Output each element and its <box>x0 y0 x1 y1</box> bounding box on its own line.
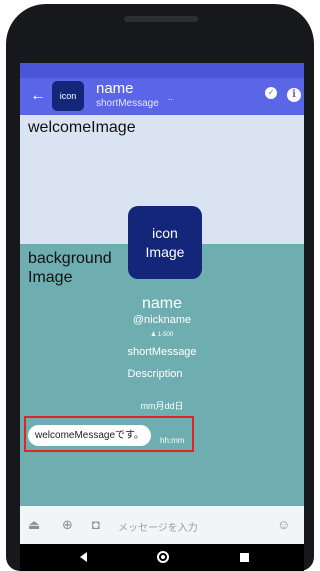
profile-icon-line2: Image <box>145 243 185 260</box>
camera-icon[interactable]: ◘ <box>92 518 100 532</box>
nav-back-icon[interactable] <box>80 552 87 562</box>
header-name: name <box>96 80 134 97</box>
profile-icon-image[interactable]: icon Image <box>128 206 202 279</box>
chat-header: ← icon name shortMessage .. ✓ i <box>20 78 304 115</box>
check-icon[interactable]: ✓ <box>265 87 277 99</box>
profile-description: Description <box>127 368 183 380</box>
background-image-label: background Image <box>28 249 112 287</box>
emoji-icon[interactable]: ☺ <box>277 518 290 532</box>
message-date: mm月dd日 <box>140 401 184 411</box>
eject-icon[interactable]: ⏏ <box>28 518 40 532</box>
profile-nickname: @nickname <box>132 314 192 326</box>
message-time: hh:mm <box>160 436 185 445</box>
app-screen: ← icon name shortMessage .. ✓ i welcomeI… <box>20 63 304 544</box>
friend-count: ♟ 1-500 <box>150 332 174 338</box>
nav-home-icon[interactable] <box>157 551 169 563</box>
welcome-message-bubble[interactable]: welcomeMessageです。 <box>28 425 152 446</box>
info-icon[interactable]: i <box>287 88 301 102</box>
message-input[interactable]: メッセージを入力 <box>118 519 198 534</box>
nav-recent-apps-icon[interactable] <box>240 553 249 562</box>
header-dots: .. <box>168 92 174 102</box>
background-label-line2: Image <box>28 269 73 286</box>
status-bar <box>20 63 304 78</box>
phone-speaker <box>124 16 198 22</box>
welcome-image-label: welcomeImage <box>28 119 136 136</box>
profile-name: name <box>141 295 183 312</box>
plus-icon[interactable]: ⊕ <box>62 518 73 532</box>
back-arrow-icon[interactable]: ← <box>30 86 46 106</box>
android-nav-bar <box>20 544 304 571</box>
profile-short-message: shortMessage <box>127 346 197 358</box>
message-input-bar: ⏏ ⊕ ◘ メッセージを入力 ☺ <box>20 506 304 544</box>
background-label-line1: background <box>28 250 112 267</box>
profile-icon-line1: icon <box>152 224 178 241</box>
header-short-message: shortMessage <box>96 98 159 109</box>
header-avatar-icon[interactable]: icon <box>52 81 84 111</box>
